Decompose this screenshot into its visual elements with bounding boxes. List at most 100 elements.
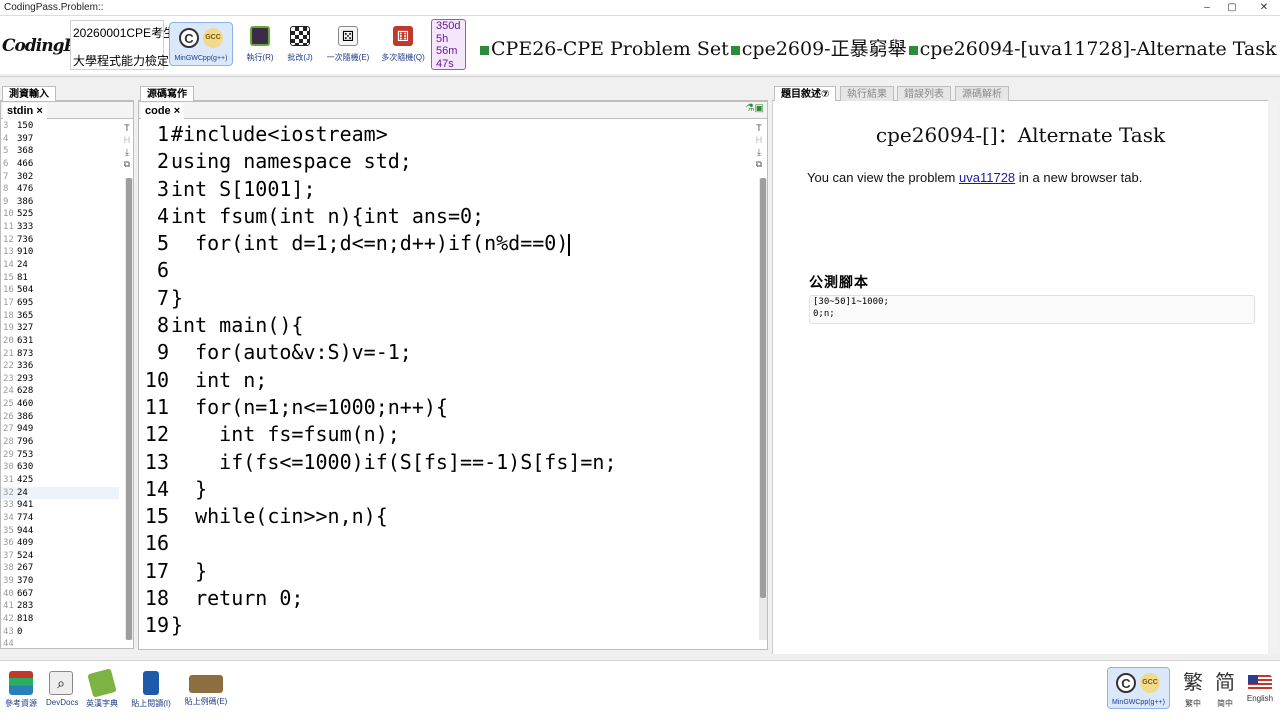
stdin-line[interactable]: 22 336 xyxy=(1,360,119,373)
tab-source-analysis[interactable]: 源碼解析 xyxy=(955,86,1009,102)
stdin-line[interactable]: 35 944 xyxy=(1,525,119,538)
code-line[interactable]: 1 #include<iostream> xyxy=(139,121,749,148)
lang-english-button[interactable]: English xyxy=(1244,671,1276,703)
stdin-line[interactable]: 21 873 xyxy=(1,348,119,361)
code-editor[interactable]: code × ⚗▣ 1 #include<iostream> 2 using name… xyxy=(138,101,768,650)
stdin-lines[interactable]: 3 150 4 397 5 368 6 466 7 302 8 476 9 386 10 525 11 333 12… xyxy=(1,120,119,651)
code-line[interactable]: 8 int main(){ xyxy=(139,312,749,339)
run-button[interactable]: 執行(R) xyxy=(244,22,276,63)
stdin-line[interactable]: 27 949 xyxy=(1,423,119,436)
tab-code[interactable]: code × xyxy=(141,103,185,119)
download-icon[interactable]: ⤓ xyxy=(121,146,133,158)
download-icon[interactable]: ⤓ xyxy=(753,146,765,158)
paste-example-button[interactable]: 貼上例碼(E) xyxy=(183,671,229,707)
random-once-button[interactable]: ⚄ 一次隨機(E) xyxy=(324,22,372,63)
problem-link[interactable]: uva11728 xyxy=(959,170,1015,185)
stdin-line[interactable]: 19 327 xyxy=(1,322,119,335)
maximize-button[interactable]: ▢ xyxy=(1223,1,1241,15)
code-line[interactable]: 7} xyxy=(139,285,749,312)
lang-simp-button[interactable]: 简 简中 xyxy=(1212,671,1238,709)
stdin-line[interactable]: 43 0 xyxy=(1,626,119,639)
code-line[interactable]: 10 int n; xyxy=(139,367,749,394)
stdin-line[interactable]: 14 24 xyxy=(1,259,119,272)
stdin-scroll-thumb[interactable] xyxy=(126,178,132,640)
stdin-line[interactable]: 15 81 xyxy=(1,272,119,285)
stdin-line[interactable]: 24 628 xyxy=(1,385,119,398)
stdin-line[interactable]: 5 368 xyxy=(1,145,119,158)
tab-run-result[interactable]: 執行結果 xyxy=(840,86,894,102)
stdin-scrollbar[interactable] xyxy=(125,178,133,640)
code-line[interactable]: 14 } xyxy=(139,476,749,503)
minimize-button[interactable]: – xyxy=(1198,1,1216,15)
text-mode-icon[interactable]: T xyxy=(753,122,765,134)
tab-stdin[interactable]: stdin × xyxy=(3,103,47,119)
code-lines[interactable]: 1 #include<iostream> 2 using namespace std;… xyxy=(139,121,749,640)
stdin-line[interactable]: 39 370 xyxy=(1,575,119,588)
tab-source-panel[interactable]: 源碼寫作 xyxy=(140,86,194,102)
stdin-line[interactable]: 18 365 xyxy=(1,310,119,323)
tab-problem-description[interactable]: 題目敘述⑦ xyxy=(774,86,837,102)
stdin-line[interactable]: 23 293 xyxy=(1,373,119,386)
stdin-line[interactable]: 31 425 xyxy=(1,474,119,487)
editor-scrollbar[interactable] xyxy=(759,178,767,640)
random-multi-button[interactable]: ⚅ 多次隨機(Q) xyxy=(380,22,426,63)
stdin-line[interactable]: 17 695 xyxy=(1,297,119,310)
stdin-line[interactable]: 25 460 xyxy=(1,398,119,411)
stdin-line[interactable]: 16 504 xyxy=(1,284,119,297)
stdin-line[interactable]: 38 267 xyxy=(1,562,119,575)
stdin-line[interactable]: 33 941 xyxy=(1,499,119,512)
code-line[interactable]: 6 xyxy=(139,257,749,284)
tab-stdin-panel[interactable]: 測資輸入 xyxy=(2,86,56,102)
stdin-line[interactable]: 34 774 xyxy=(1,512,119,525)
code-line[interactable]: 19} xyxy=(139,612,749,639)
problem-scrollbar[interactable] xyxy=(1271,101,1279,654)
stdin-line[interactable]: 41 283 xyxy=(1,600,119,613)
text-mode-icon[interactable]: T xyxy=(121,122,133,134)
code-line[interactable]: 16 xyxy=(139,530,749,557)
stdin-line[interactable]: 10 525 xyxy=(1,208,119,221)
devdocs-button[interactable]: ⌕ DevDocs xyxy=(46,671,78,707)
stdin-line[interactable]: 44 xyxy=(1,638,119,651)
code-line[interactable]: 15 while(cin>>n,n){ xyxy=(139,503,749,530)
stdin-line[interactable]: 26 386 xyxy=(1,411,119,424)
stdin-line[interactable]: 20 631 xyxy=(1,335,119,348)
hex-mode-icon[interactable]: H xyxy=(753,134,765,146)
stdin-line[interactable]: 37 524 xyxy=(1,550,119,563)
stdin-line[interactable]: 29 753 xyxy=(1,449,119,462)
stdin-line[interactable]: 36 409 xyxy=(1,537,119,550)
code-line[interactable]: 2 using namespace std; xyxy=(139,148,749,175)
stdin-line[interactable]: 7 302 xyxy=(1,171,119,184)
stdin-line[interactable]: 8 476 xyxy=(1,183,119,196)
code-line[interactable]: 18 return 0; xyxy=(139,585,749,612)
stdin-line[interactable]: 4 397 xyxy=(1,133,119,146)
code-line[interactable]: 5 for(int d=1;d<=n;d++)if(n%d==0) xyxy=(139,230,749,257)
stdin-line[interactable]: 30 630 xyxy=(1,461,119,474)
dictionary-button[interactable]: 英漢字典 xyxy=(86,668,118,709)
stdin-line[interactable]: 42 818 xyxy=(1,613,119,626)
copy-icon[interactable]: ⧉ xyxy=(753,158,765,170)
stdin-line[interactable]: 9 386 xyxy=(1,196,119,209)
paste-read-button[interactable]: 貼上閱讀(I) xyxy=(128,671,174,709)
compiler-selector[interactable]: C GCC MinGWCpp(g++) xyxy=(169,22,233,66)
lang-trad-button[interactable]: 繁 繁中 xyxy=(1180,671,1206,709)
code-line[interactable]: 3 int S[1001]; xyxy=(139,176,749,203)
stdin-line[interactable]: 40 667 xyxy=(1,588,119,601)
editor-scroll-thumb[interactable] xyxy=(760,178,766,598)
code-line[interactable]: 12 int fs=fsum(n); xyxy=(139,421,749,448)
submit-button[interactable]: 批改(J) xyxy=(284,22,316,63)
tab-error-list[interactable]: 錯誤列表 xyxy=(897,86,951,102)
stdin-line[interactable]: 3 150 xyxy=(1,120,119,133)
compiler-status-button[interactable]: C GCC MinGWCpp(g++) xyxy=(1107,667,1170,709)
flask-icon[interactable]: ⚗▣ xyxy=(746,103,764,114)
stdin-line[interactable]: 11 333 xyxy=(1,221,119,234)
stdin-line[interactable]: 6 466 xyxy=(1,158,119,171)
copy-icon[interactable]: ⧉ xyxy=(121,158,133,170)
code-line[interactable]: 17 } xyxy=(139,558,749,585)
hex-mode-icon[interactable]: H xyxy=(121,134,133,146)
code-line[interactable]: 13 if(fs<=1000)if(S[fs]==-1)S[fs]=n; xyxy=(139,449,749,476)
code-line[interactable]: 4 int fsum(int n){int ans=0; xyxy=(139,203,749,230)
code-line[interactable]: 9 for(auto&v:S)v=-1; xyxy=(139,339,749,366)
code-line[interactable]: 11 for(n=1;n<=1000;n++){ xyxy=(139,394,749,421)
stdin-line[interactable]: 13 910 xyxy=(1,246,119,259)
reference-button[interactable]: 參考資源 xyxy=(4,671,38,709)
